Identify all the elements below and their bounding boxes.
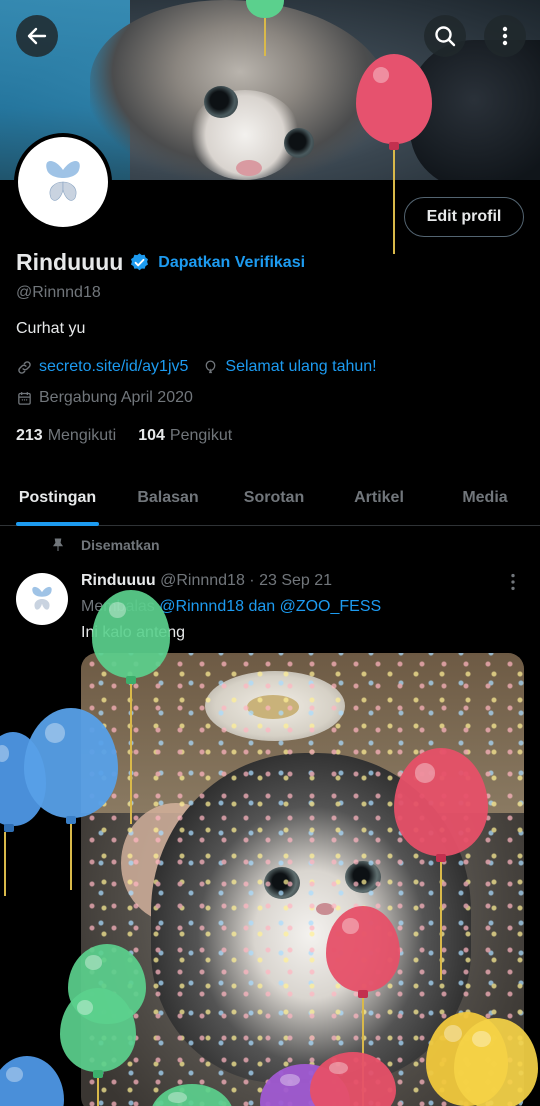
joined-row: Bergabung April 2020	[16, 389, 193, 407]
pin-icon	[52, 538, 64, 551]
tab-sorotan[interactable]: Sorotan	[241, 470, 307, 526]
post-date[interactable]: 23 Sep 21	[259, 572, 332, 589]
tab-postingan[interactable]: Postingan	[16, 470, 99, 526]
profile-meta-row: secreto.site/id/ay1jv5 Selamat ulang tah…	[16, 358, 377, 376]
profile-website-link[interactable]: secreto.site/id/ay1jv5	[39, 358, 188, 376]
profile-name-row: Rinduuuu Dapatkan Verifikasi	[16, 249, 305, 276]
followers-link[interactable]: 104 Pengikut	[138, 427, 232, 445]
link-icon	[18, 360, 31, 374]
post-header: Rinduuuu @Rinnnd18 · 23 Sep 21	[81, 572, 332, 590]
tab-artikel[interactable]: Artikel	[351, 470, 407, 526]
post-separator: ·	[249, 572, 255, 589]
post-author-handle[interactable]: @Rinnnd18	[160, 572, 245, 589]
joined-date: Bergabung April 2020	[39, 389, 193, 406]
get-verified-link[interactable]: Dapatkan Verifikasi	[158, 254, 305, 272]
balloon-icon	[206, 359, 216, 373]
banner-cat-eye	[284, 128, 314, 158]
post-author-avatar[interactable]	[16, 573, 68, 625]
profile-tabs: Postingan Balasan Sorotan Artikel Media	[0, 470, 540, 526]
more-vertical-icon[interactable]	[502, 571, 524, 593]
back-button[interactable]	[16, 15, 58, 57]
reply-mentions[interactable]: @Rinnnd18 dan @ZOO_FESS	[159, 598, 381, 615]
more-vertical-icon	[502, 26, 508, 46]
arrow-left-icon	[27, 27, 47, 45]
search-icon	[435, 26, 456, 47]
tab-balasan[interactable]: Balasan	[135, 470, 201, 526]
following-label: Mengikuti	[47, 427, 117, 444]
profile-name: Rinduuuu	[16, 249, 124, 275]
birthday-link[interactable]: Selamat ulang tahun!	[225, 358, 376, 376]
followers-label: Pengikut	[169, 427, 233, 444]
butterfly-icon	[32, 586, 52, 610]
pinned-indicator: Disematkan	[50, 537, 160, 553]
banner-cat-eye	[204, 86, 238, 118]
profile-handle: @Rinnnd18	[16, 284, 101, 301]
following-count: 213	[16, 427, 43, 444]
followers-count: 104	[138, 427, 165, 444]
butterfly-icon	[46, 161, 80, 201]
tab-media[interactable]: Media	[459, 470, 511, 526]
search-button[interactable]	[424, 15, 466, 57]
pinned-label: Disematkan	[81, 537, 160, 553]
profile-avatar[interactable]	[14, 133, 112, 231]
banner-cat-nose	[236, 160, 262, 176]
more-options-button[interactable]	[484, 15, 526, 57]
profile-bio: Curhat yu	[16, 320, 86, 337]
follow-stats: 213 Mengikuti 104 Pengikut	[16, 427, 254, 445]
post-author-name[interactable]: Rinduuuu	[81, 572, 156, 589]
following-link[interactable]: 213 Mengikuti	[16, 427, 116, 445]
calendar-icon	[18, 391, 31, 405]
verified-badge-icon[interactable]	[129, 252, 150, 273]
edit-profile-button[interactable]: Edit profil	[404, 197, 524, 237]
